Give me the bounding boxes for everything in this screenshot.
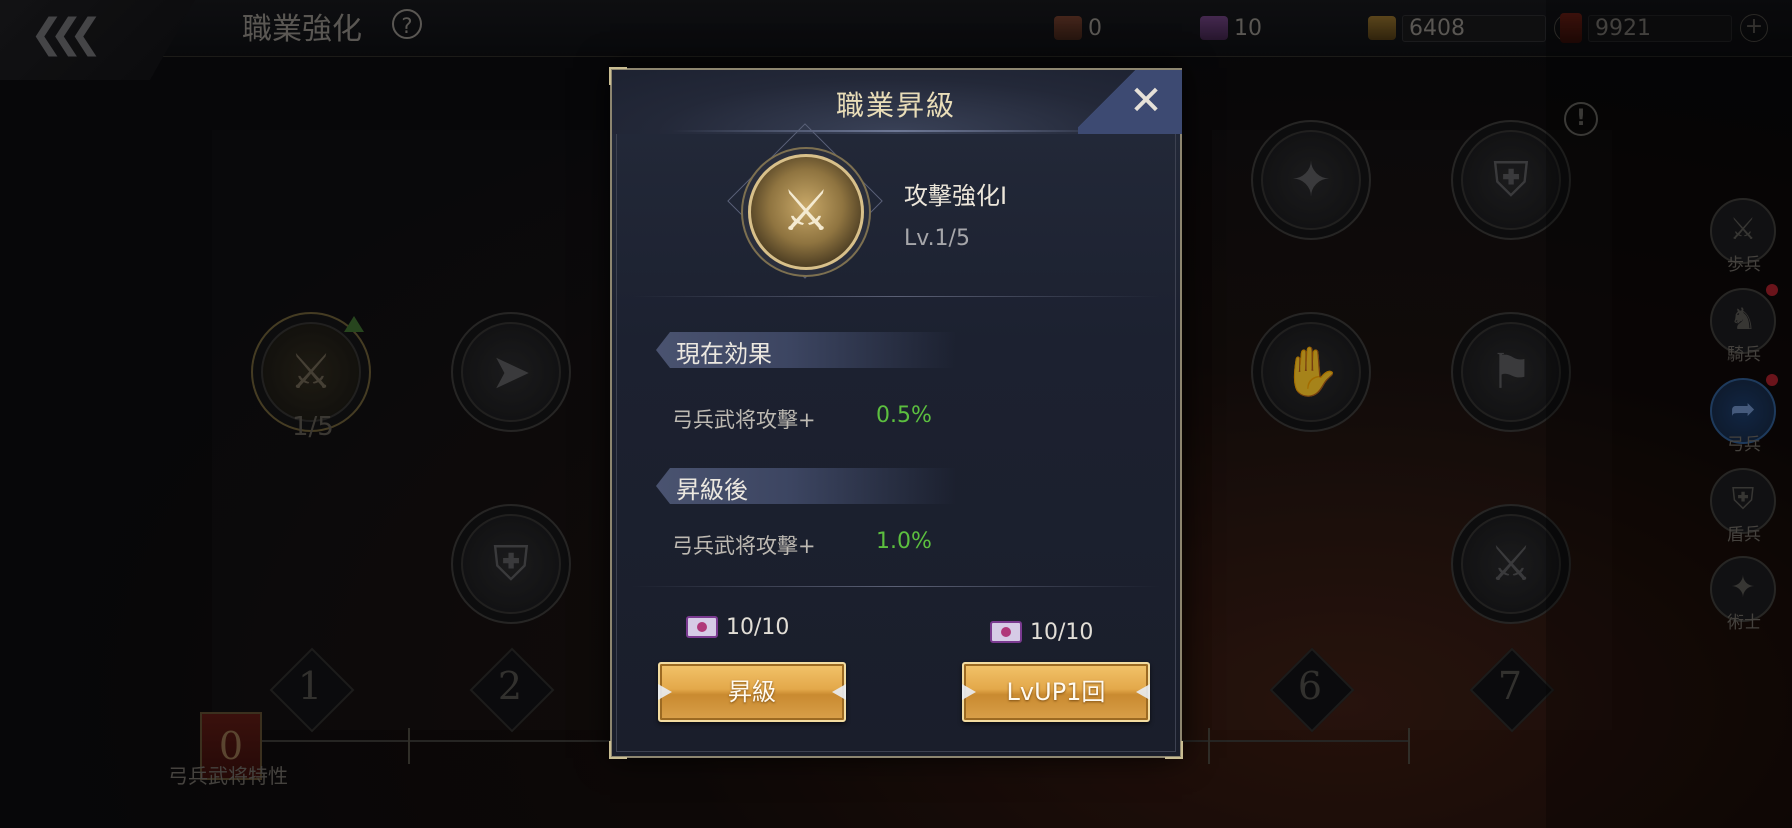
divider	[632, 296, 1160, 297]
close-icon[interactable]: ✕	[1124, 80, 1168, 124]
skill-level: Lv.1/5	[904, 226, 970, 251]
lvup-button-label: LvUP1回	[1006, 678, 1106, 706]
after-stat-value: 1.0%	[876, 529, 932, 554]
class-upgrade-dialog: 職業昇級 ✕ ⚔ 攻擊強化I Lv.1/5 現在効果 弓兵武将攻擊+ 0.5% …	[609, 67, 1183, 759]
cost-value: 10/10	[726, 614, 790, 640]
current-stat-value: 0.5%	[876, 403, 932, 428]
lvup-once-button[interactable]: LvUP1回	[962, 662, 1150, 722]
scroll-icon	[686, 614, 718, 640]
skill-name: 攻擊強化I	[904, 182, 1008, 210]
after-upgrade-title: 昇級後	[676, 476, 748, 504]
scroll-icon	[990, 619, 1022, 645]
divider	[632, 586, 1160, 587]
after-stat-label: 弓兵武将攻擊+	[672, 534, 816, 558]
skill-icon: ⚔	[748, 154, 864, 270]
lvup-cost: 10/10	[990, 617, 1093, 647]
current-effect-title: 現在効果	[676, 340, 772, 368]
frame-corner	[1165, 741, 1183, 759]
upgrade-cost: 10/10	[686, 612, 789, 642]
header-divider	[672, 130, 1120, 132]
upgrade-button[interactable]: 昇級	[658, 662, 846, 722]
cost-value: 10/10	[1030, 619, 1094, 645]
frame-corner	[609, 67, 627, 85]
upgrade-button-label: 昇級	[728, 678, 776, 706]
sword-icon: ⚔	[780, 179, 832, 244]
frame-corner	[609, 741, 627, 759]
current-stat-label: 弓兵武将攻擊+	[672, 408, 816, 432]
